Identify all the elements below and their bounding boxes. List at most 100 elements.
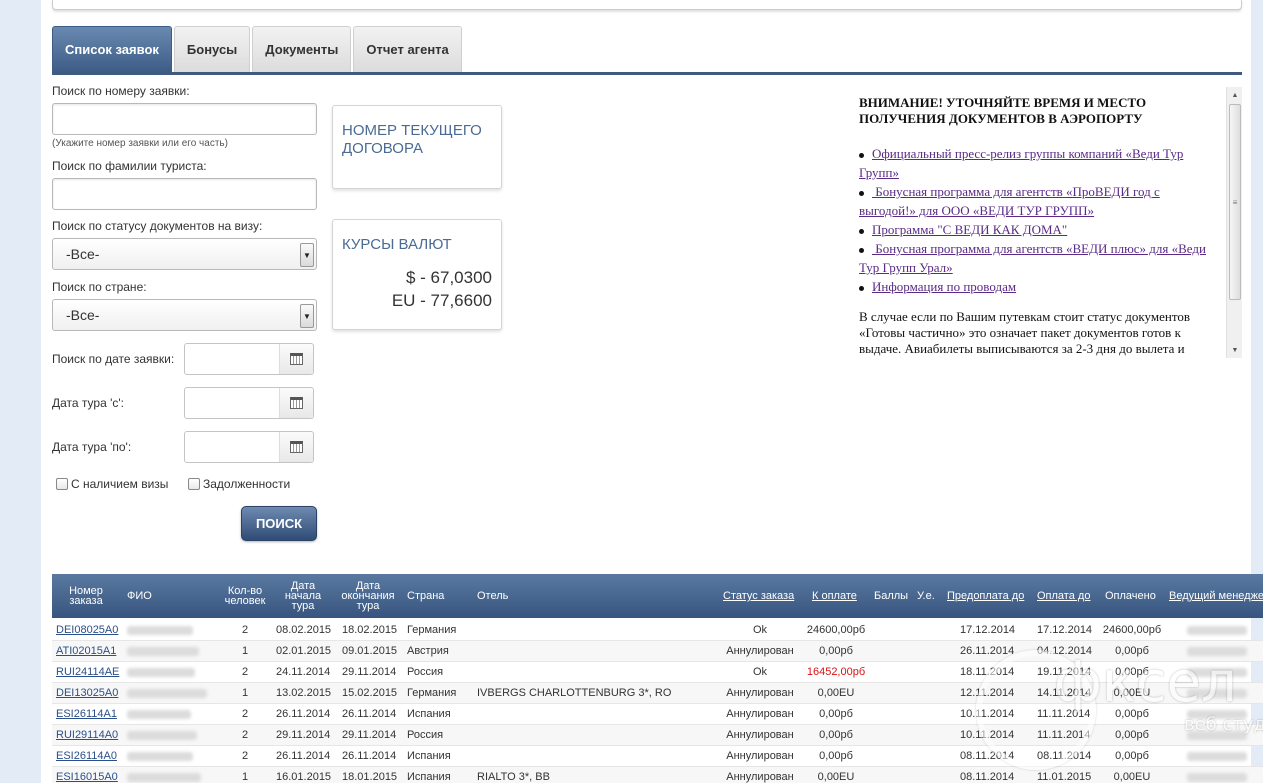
- cell-status: Аннулирован: [726, 729, 794, 741]
- table-row[interactable]: ESI16015A0 1 16.01.2015 18.01.2015 Испания RI…: [52, 767, 1263, 783]
- with-visa-checkbox[interactable]: С наличием визы: [56, 477, 168, 491]
- news-panel: ВНИМАНИЕ! УТОЧНЯЙТЕ ВРЕМЯ И МЕСТО ПОЛУЧЕ…: [859, 87, 1242, 358]
- order-link[interactable]: ESI16015A0: [56, 767, 126, 783]
- calendar-icon[interactable]: [279, 388, 313, 418]
- cell-hotel: [477, 725, 717, 745]
- order-link[interactable]: ATI02015A1: [56, 641, 126, 661]
- surname-input[interactable]: [52, 178, 317, 210]
- chevron-down-icon[interactable]: ▼: [300, 243, 314, 267]
- tour-to-input[interactable]: [184, 431, 314, 463]
- page: Список заявок Бонусы Документы Отчет аге…: [41, 0, 1263, 783]
- tab-agent-report[interactable]: Отчет агента: [353, 26, 462, 72]
- cell-prepay: 18.11.2014: [960, 666, 1015, 678]
- cell-pay-until: 19.11.2014: [1037, 666, 1092, 678]
- tour-from-input[interactable]: [184, 387, 314, 419]
- cell-status: Аннулирован: [726, 771, 794, 783]
- order-date-input[interactable]: [184, 343, 314, 375]
- scroll-up-icon[interactable]: ▲: [1227, 87, 1243, 103]
- cell-count: 1: [241, 771, 249, 783]
- cell-manager: [1187, 662, 1257, 682]
- cell-country: Австрия: [407, 645, 449, 657]
- cell-end: 18.01.2015: [342, 771, 398, 783]
- col-manager[interactable]: Ведущий менеджер: [1169, 574, 1263, 618]
- col-status[interactable]: Статус заказа: [723, 574, 803, 618]
- col-order: Номер заказа: [69, 585, 103, 607]
- order-link[interactable]: DEI13025A0: [56, 683, 126, 703]
- scroll-down-icon[interactable]: ▼: [1227, 342, 1243, 358]
- cell-status: Аннулирован: [726, 750, 794, 762]
- col-country: Страна: [407, 590, 445, 602]
- table-row[interactable]: DEI13025A0 1 13.02.2015 15.02.2015 Германия I…: [52, 683, 1263, 704]
- debts-checkbox[interactable]: Задолженности: [188, 477, 290, 491]
- cell-prepay: 10.11.2014: [960, 708, 1015, 720]
- tab-documents[interactable]: Документы: [252, 26, 352, 72]
- tab-orders[interactable]: Список заявок: [52, 26, 172, 72]
- visa-status-value: -Все-: [66, 246, 100, 262]
- order-number-input[interactable]: [52, 103, 317, 135]
- cell-count: 1: [241, 687, 249, 699]
- cell-paid: 0,00EU: [1113, 687, 1151, 699]
- news-link[interactable]: Официальный пресс-релиз группы компаний …: [859, 146, 1183, 180]
- table-row[interactable]: RUI29114A0 2 29.11.2014 29.11.2014 Россия Анн…: [52, 725, 1263, 746]
- cell-prepay: 12.11.2014: [960, 687, 1015, 699]
- cell-to-pay: 16452,00рб: [806, 666, 866, 678]
- news-link[interactable]: Информация по проводам: [872, 279, 1016, 294]
- checkbox-box[interactable]: [56, 478, 68, 490]
- table-row[interactable]: ATI02015A1 1 02.01.2015 09.01.2015 Австрия Ан…: [52, 641, 1263, 662]
- col-prepay[interactable]: Предоплата до: [947, 574, 1032, 618]
- order-number-label: Поиск по номеру заявки:: [52, 84, 190, 98]
- cell-pay-until: 11.11.2014: [1037, 729, 1091, 741]
- country-label: Поиск по стране:: [52, 280, 147, 294]
- cell-pay-until: 04.12.2014: [1037, 645, 1093, 657]
- news-link[interactable]: Бонусная программа для агентств «ПроВЕДИ…: [859, 184, 1160, 218]
- calendar-icon[interactable]: [279, 432, 313, 462]
- table-row[interactable]: DEI08025A0 2 08.02.2015 18.02.2015 Германия O…: [52, 620, 1263, 641]
- cell-manager: [1187, 620, 1257, 640]
- cell-pay-until: 14.11.2014: [1037, 687, 1092, 699]
- col-end: Дата окончания тура: [341, 580, 395, 612]
- cell-hotel: IVBERGS CHARLOTTENBURG 3*, RO: [477, 687, 672, 699]
- tab-bar: Список заявок Бонусы Документы Отчет аге…: [52, 26, 462, 72]
- table-row[interactable]: ESI26114A0 2 26.11.2014 26.11.2014 Испания Ан…: [52, 746, 1263, 767]
- news-link[interactable]: Программа "С ВЕДИ КАК ДОМА": [872, 222, 1067, 237]
- cell-end: 29.11.2014: [342, 666, 397, 678]
- checkbox-box[interactable]: [188, 478, 200, 490]
- tab-divider: [52, 72, 1242, 75]
- cell-manager: [1187, 641, 1257, 661]
- col-ue: У.е.: [917, 590, 935, 602]
- tab-bonuses[interactable]: Бонусы: [173, 26, 251, 72]
- table-header: Номер заказа ФИО Кол-во человек Дата нач…: [52, 574, 1263, 618]
- cell-manager: [1187, 704, 1257, 724]
- tourist-name: [127, 641, 222, 661]
- order-link[interactable]: RUI24114AE: [56, 662, 126, 682]
- top-panel: [52, 0, 1242, 10]
- news-link[interactable]: Бонусная программа для агентств «ВЕДИ пл…: [859, 241, 1206, 275]
- order-link[interactable]: DEI08025A0: [56, 620, 126, 640]
- cell-start: 16.01.2015: [276, 771, 332, 783]
- order-number-hint: (Укажите номер заявки или его часть): [52, 138, 228, 149]
- col-pay-until[interactable]: Оплата до: [1037, 574, 1097, 618]
- cell-start: 26.11.2014: [276, 750, 331, 762]
- cell-hotel: [477, 704, 717, 724]
- visa-status-select[interactable]: -Все- ▼: [52, 238, 317, 270]
- news-paragraph: В случае если по Вашим путевкам стоит ст…: [859, 309, 1190, 356]
- cell-hotel: [477, 620, 717, 640]
- order-link[interactable]: ESI26114A1: [56, 704, 126, 724]
- col-to-pay[interactable]: К оплате: [812, 574, 862, 618]
- chevron-down-icon[interactable]: ▼: [300, 304, 314, 328]
- table-row[interactable]: ESI26114A1 2 26.11.2014 26.11.2014 Испания Ан…: [52, 704, 1263, 725]
- scroll-thumb[interactable]: ≡: [1229, 104, 1241, 300]
- cell-country: Испания: [407, 771, 451, 783]
- order-link[interactable]: ESI26114A0: [56, 746, 126, 766]
- news-scrollbar[interactable]: ▲ ≡ ▼: [1226, 87, 1242, 358]
- table-row[interactable]: RUI24114AE 2 24.11.2014 29.11.2014 Россия Ok 1…: [52, 662, 1263, 683]
- country-select[interactable]: -Все- ▼: [52, 299, 317, 331]
- order-link[interactable]: RUI29114A0: [56, 725, 126, 745]
- calendar-icon[interactable]: [279, 344, 313, 374]
- cell-country: Испания: [407, 708, 451, 720]
- search-button[interactable]: ПОИСК: [241, 506, 317, 541]
- order-date-label: Поиск по дате заявки:: [52, 352, 175, 366]
- table-body: DEI08025A0 2 08.02.2015 18.02.2015 Германия O…: [52, 620, 1263, 783]
- cell-status: Аннулирован: [726, 645, 794, 657]
- cell-status: Аннулирован: [726, 708, 794, 720]
